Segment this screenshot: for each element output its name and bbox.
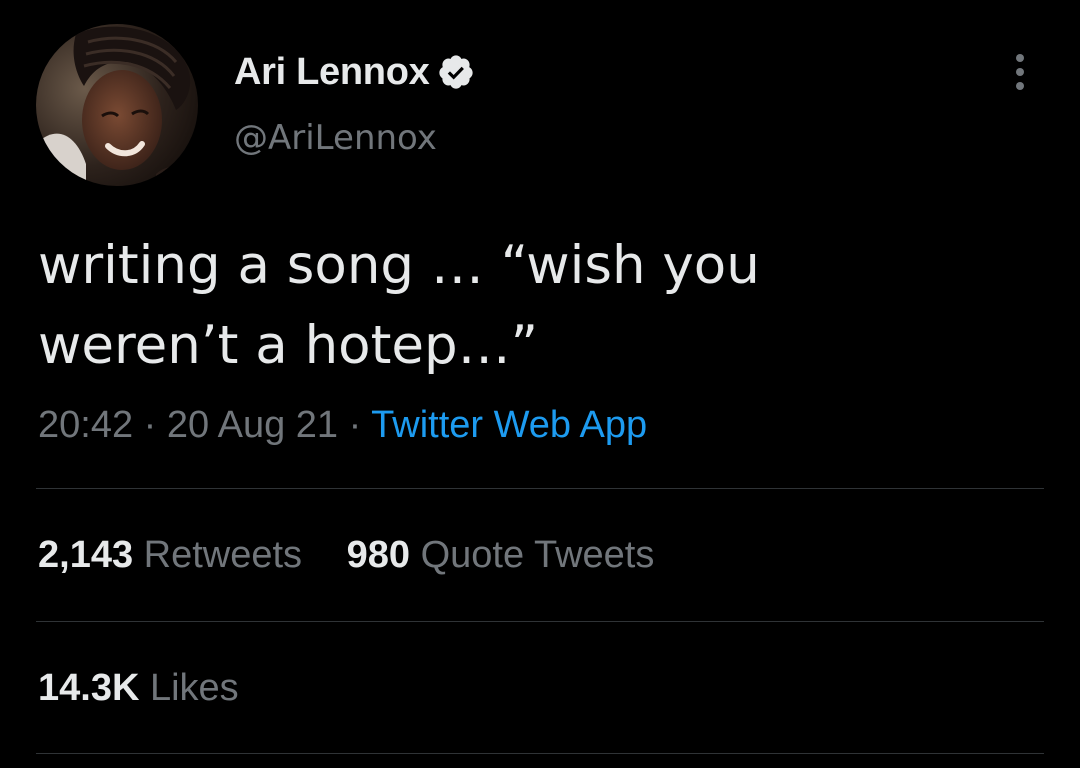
quote-tweets-count: 980	[346, 534, 411, 576]
quote-tweets-label: Quote Tweets	[420, 534, 655, 576]
meta-separator: ·	[348, 404, 362, 446]
display-name[interactable]: Ari Lennox	[234, 51, 430, 94]
avatar[interactable]	[36, 24, 198, 186]
avatar-image	[36, 24, 198, 186]
author-handle[interactable]: @AriLennox	[234, 118, 437, 158]
meta-separator: ·	[143, 404, 157, 446]
tweet-date[interactable]: 20 Aug 21	[167, 404, 338, 446]
retweets-stat[interactable]: 2,143 Retweets	[38, 534, 302, 577]
verified-badge-icon	[437, 53, 475, 91]
divider	[36, 753, 1044, 754]
likes-stats-row: 14.3K Likes	[38, 667, 239, 710]
likes-label: Likes	[149, 667, 239, 709]
tweet-source-link[interactable]: Twitter Web App	[371, 404, 647, 446]
tweet-meta: 20:42 · 20 Aug 21 · Twitter Web App	[38, 404, 647, 447]
tweet-time[interactable]: 20:42	[38, 404, 133, 446]
divider	[36, 621, 1044, 622]
retweets-label: Retweets	[143, 534, 303, 576]
likes-stat[interactable]: 14.3K Likes	[38, 667, 239, 710]
divider	[36, 488, 1044, 489]
likes-count: 14.3K	[38, 667, 140, 709]
author-name-row[interactable]: Ari Lennox	[234, 48, 475, 96]
more-options-icon[interactable]	[1004, 50, 1036, 94]
retweets-count: 2,143	[38, 534, 134, 576]
more-dot	[1016, 68, 1024, 76]
more-dot	[1016, 54, 1024, 62]
engagement-stats-row: 2,143 Retweets 980 Quote Tweets	[38, 534, 654, 577]
more-dot	[1016, 82, 1024, 90]
quote-tweets-stat[interactable]: 980 Quote Tweets	[347, 534, 655, 577]
tweet-text: writing a song … “wish you weren’t a hot…	[38, 235, 760, 376]
